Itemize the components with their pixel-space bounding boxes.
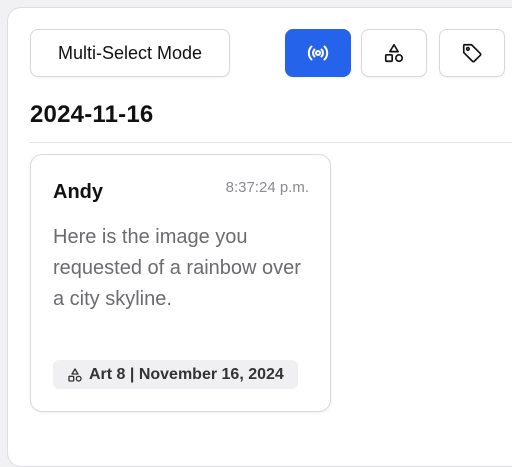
shapes-button[interactable] xyxy=(361,29,427,77)
tag-button[interactable] xyxy=(439,29,505,77)
shapes-icon xyxy=(68,367,82,382)
date-group-heading: 2024-11-16 xyxy=(30,101,154,128)
message-timestamp: 8:37:24 p.m. xyxy=(225,179,309,196)
broadcast-icon xyxy=(307,45,329,61)
message-text: Here is the image you requested of a rai… xyxy=(53,226,301,310)
divider xyxy=(30,142,512,143)
message-card[interactable]: Andy 8:37:24 p.m. Here is the image you … xyxy=(30,154,331,412)
shapes-icon xyxy=(384,43,404,63)
broadcast-button[interactable] xyxy=(285,29,351,77)
multi-select-mode-button[interactable]: Multi-Select Mode xyxy=(30,29,230,77)
tag-icon xyxy=(462,43,482,63)
message-author: Andy xyxy=(53,181,103,203)
artifact-tag-label: Art 8 | November 16, 2024 xyxy=(89,365,284,383)
artifact-tag[interactable]: Art 8 | November 16, 2024 xyxy=(53,360,298,389)
